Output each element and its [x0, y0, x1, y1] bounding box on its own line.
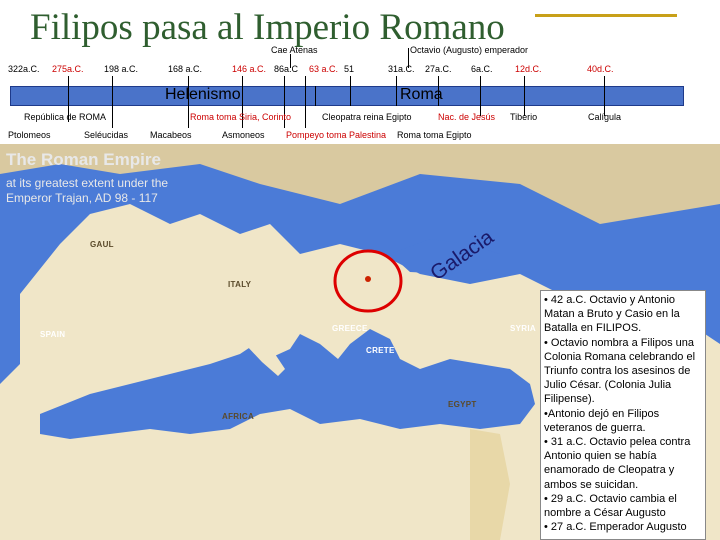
note-item: • 27 a.C. Emperador Augusto	[544, 521, 687, 534]
year-label: 27a.C.	[425, 64, 452, 74]
year-label: 31a.C.	[388, 64, 415, 74]
timeline-tick	[396, 76, 397, 106]
map-subtitle-2: Emperor Trajan, AD 98 - 117	[6, 191, 158, 205]
note-item: • 31 a.C. Octavio pelea contra Antonio q…	[544, 436, 691, 491]
notes-box: • 42 a.C. Octavio y Antonio Matan a Brut…	[540, 290, 706, 540]
label-macabeos: Macabeos	[150, 130, 192, 140]
label-cleopatra: Cleopatra reina Egipto	[322, 112, 412, 122]
map-label-syria: SYRIA	[510, 324, 536, 333]
timeline-tick	[305, 76, 306, 128]
timeline-tick	[480, 76, 481, 116]
map-label-spain: SPAIN	[40, 330, 66, 339]
timeline-divider	[315, 86, 316, 106]
year-label: 51	[344, 64, 355, 74]
label-asmoneos: Asmoneos	[222, 130, 265, 140]
year-label: 322a.C.	[8, 64, 40, 74]
map-label-africa: AFRICA	[222, 412, 255, 421]
label-republica: República de ROMA	[24, 112, 107, 122]
event-cae-atenas: Cae Atenas	[271, 45, 318, 55]
year-label: 12d.C.	[515, 64, 542, 74]
timeline-tick	[350, 76, 351, 106]
map-label-italy: ITALY	[228, 280, 252, 289]
note-item: • 29 a.C. Octavio cambia el nombre a Cés…	[544, 492, 677, 520]
year-label: 86a.C	[274, 64, 299, 74]
note-item: •Antonio dejó en Filipos veteranos de gu…	[544, 407, 660, 434]
map-title: The Roman Empire	[6, 150, 161, 169]
top-rule	[535, 14, 677, 17]
map-label-gaul: GAUL	[90, 240, 114, 249]
timeline-tick	[524, 76, 525, 116]
label-nac-jesus: Nac. de Jesús	[438, 112, 496, 122]
label-roma-egipto: Roma toma Egipto	[397, 130, 472, 140]
year-label: 6a.C.	[471, 64, 493, 74]
year-label: 198 a.C.	[104, 64, 139, 74]
event-octavio: Octavio (Augusto) emperador	[410, 45, 529, 55]
map-label-greece: GREECE	[332, 324, 368, 333]
label-caligula: Calígula	[588, 112, 622, 122]
label-seleucidas: Seléucidas	[84, 130, 129, 140]
period-helenismo: Helenismo	[165, 86, 241, 103]
label-pompeyo: Pompeyo toma Palestina	[286, 130, 387, 140]
year-label: 146 a.C.	[232, 64, 267, 74]
note-item: • Octavio nombra a Filipos una Colonia R…	[544, 336, 696, 406]
map-label-crete: CRETE	[366, 346, 395, 355]
year-label: 275a.C.	[52, 64, 84, 74]
timeline-tick	[112, 76, 113, 128]
page-title: Filipos pasa al Imperio Romano	[30, 7, 505, 48]
year-label: 40d.C.	[587, 64, 614, 74]
period-roma: Roma	[400, 86, 443, 103]
timeline-tick	[604, 76, 605, 116]
year-label: 168 a.C.	[168, 64, 203, 74]
label-roma-siria: Roma toma Siria, Corinto	[190, 112, 292, 122]
map-label-egypt: EGYPT	[448, 400, 477, 409]
map-subtitle-1: at its greatest extent under the	[6, 176, 169, 190]
year-label: 63 a.C.	[309, 64, 339, 74]
note-item: • 42 a.C. Octavio y Antonio Matan a Brut…	[544, 294, 680, 335]
label-ptolomeos: Ptolomeos	[8, 130, 51, 140]
filipos-highlight-circle	[333, 249, 403, 313]
label-tiberio: Tiberio	[510, 112, 538, 122]
